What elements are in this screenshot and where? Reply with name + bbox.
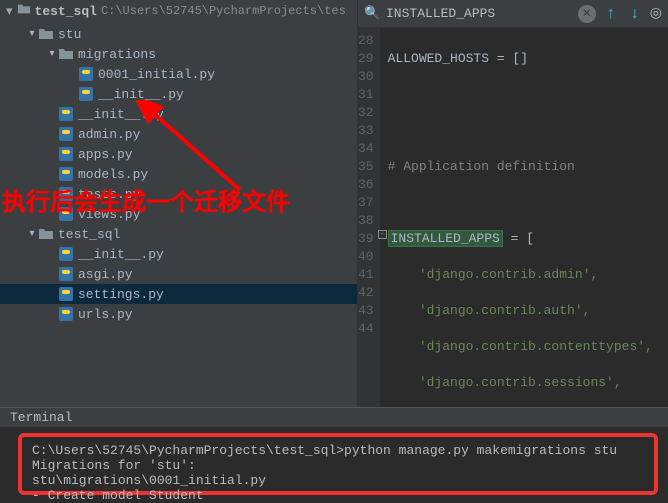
- python-file-icon: [58, 186, 74, 202]
- tree-item-label: urls.py: [78, 307, 133, 322]
- line-num: 33: [358, 122, 374, 140]
- code-line: 'django.contrib.sessions',: [388, 375, 622, 390]
- line-num: 29: [358, 50, 374, 68]
- tree-file-models[interactable]: models.py: [0, 164, 357, 184]
- folder-icon: [17, 2, 31, 20]
- tree-item-label: apps.py: [78, 147, 133, 162]
- terminal-line: stu\migrations\0001_initial.py: [32, 473, 644, 488]
- find-bar: 🔍 INSTALLED_APPS ✕ ↑ ↓ ◎: [358, 0, 668, 28]
- terminal-line: Migrations for 'stu':: [32, 458, 644, 473]
- editor-panel: 🔍 INSTALLED_APPS ✕ ↑ ↓ ◎ 28 29 30 31 32 …: [358, 0, 668, 410]
- python-file-icon: [58, 146, 74, 162]
- line-num: 44: [358, 320, 374, 338]
- chevron-down-icon: ▾: [46, 48, 58, 60]
- code-body[interactable]: ALLOWED_HOSTS = [] # Application definit…: [380, 28, 668, 410]
- tree-item-label: views.py: [78, 207, 140, 222]
- line-num: 34: [358, 140, 374, 158]
- tree-file-tests[interactable]: tests.py: [0, 184, 357, 204]
- tree-item-label: tests.py: [78, 187, 140, 202]
- terminal-tab-label: Terminal: [10, 410, 72, 425]
- project-path: C:\Users\52745\PycharmProjects\tes: [101, 4, 346, 18]
- tree-file-settings[interactable]: settings.py: [0, 284, 357, 304]
- tree-file-views[interactable]: views.py: [0, 204, 357, 224]
- terminal-line: - Create model Student: [32, 488, 644, 503]
- tree-folder-migrations[interactable]: ▾ migrations: [0, 44, 357, 64]
- chevron-down-icon: ▾: [26, 28, 38, 40]
- line-num: 37: [358, 194, 374, 212]
- line-num: 28: [358, 32, 374, 50]
- tree-item-label: 0001_initial.py: [98, 67, 215, 82]
- terminal-tab[interactable]: Terminal: [0, 407, 668, 427]
- terminal-line: C:\Users\52745\PycharmProjects\test_sql>…: [32, 443, 644, 458]
- code-comment: # Application definition: [388, 159, 575, 174]
- tree-file-urls[interactable]: urls.py: [0, 304, 357, 324]
- tree-item-label: __init__.py: [98, 87, 184, 102]
- python-file-icon: [58, 106, 74, 122]
- project-tree-panel: ▾ test_sql C:\Users\52745\PycharmProject…: [0, 0, 358, 410]
- python-file-icon: [58, 206, 74, 222]
- folder-icon: [38, 226, 54, 242]
- python-file-icon: [58, 306, 74, 322]
- tree-file-init1[interactable]: __init__.py: [0, 84, 357, 104]
- tree-item-label: migrations: [78, 47, 156, 62]
- tree-item-label: models.py: [78, 167, 148, 182]
- code-line: 'django.contrib.auth',: [388, 303, 591, 318]
- line-num: 32: [358, 104, 374, 122]
- python-file-icon: [58, 166, 74, 182]
- terminal-panel[interactable]: C:\Users\52745\PycharmProjects\test_sql>…: [0, 427, 668, 500]
- line-num: 43: [358, 302, 374, 320]
- search-hit: INSTALLED_APPS: [388, 230, 503, 247]
- folder-icon: [38, 26, 54, 42]
- tree-file-asgi[interactable]: asgi.py: [0, 264, 357, 284]
- tree-item-label: test_sql: [58, 227, 120, 242]
- python-file-icon: [58, 246, 74, 262]
- line-num: 39: [358, 230, 374, 248]
- gutter: 28 29 30 31 32 33 34 35 36 37 38 39 40 4…: [358, 28, 380, 410]
- line-num: 30: [358, 68, 374, 86]
- python-file-icon: [58, 126, 74, 142]
- code-line: ALLOWED_HOSTS = []: [388, 51, 528, 66]
- tree-file-admin[interactable]: admin.py: [0, 124, 357, 144]
- search-icon: 🔍: [364, 6, 380, 21]
- line-num: 38: [358, 212, 374, 230]
- python-file-icon: [78, 86, 94, 102]
- search-query[interactable]: INSTALLED_APPS: [386, 6, 572, 21]
- fold-icon[interactable]: -: [378, 230, 387, 239]
- tree-file-init2[interactable]: __init__.py: [0, 104, 357, 124]
- target-icon[interactable]: ◎: [650, 5, 662, 22]
- arrow-down-icon[interactable]: ↓: [626, 5, 644, 23]
- project-name: test_sql: [35, 4, 97, 19]
- code-editor[interactable]: 28 29 30 31 32 33 34 35 36 37 38 39 40 4…: [358, 28, 668, 410]
- code-line: 'django.contrib.admin',: [388, 267, 599, 282]
- line-num: 31: [358, 86, 374, 104]
- tree-folder-pkg[interactable]: ▾ test_sql: [0, 224, 357, 244]
- python-file-icon: [58, 266, 74, 282]
- line-num: 41: [358, 266, 374, 284]
- tree-file-apps[interactable]: apps.py: [0, 144, 357, 164]
- project-root-row[interactable]: ▾ test_sql C:\Users\52745\PycharmProject…: [0, 0, 357, 22]
- tree-item-label: stu: [58, 27, 81, 42]
- tree-item-label: __init__.py: [78, 247, 164, 262]
- folder-icon: [58, 46, 74, 62]
- tree-file-init3[interactable]: __init__.py: [0, 244, 357, 264]
- clear-search-icon[interactable]: ✕: [578, 5, 596, 23]
- code-line: 'django.contrib.contenttypes',: [388, 339, 653, 354]
- python-file-icon: [78, 66, 94, 82]
- arrow-up-icon[interactable]: ↑: [602, 5, 620, 23]
- tree-file-initial[interactable]: 0001_initial.py: [0, 64, 357, 84]
- annotation-box: C:\Users\52745\PycharmProjects\test_sql>…: [18, 433, 658, 495]
- tree-folder-stu[interactable]: ▾ stu: [0, 24, 357, 44]
- line-num: 42: [358, 284, 374, 302]
- tree-item-label: settings.py: [78, 287, 164, 302]
- tree-item-label: asgi.py: [78, 267, 133, 282]
- chevron-down-icon: ▾: [6, 4, 13, 19]
- tree-item-label: __init__.py: [78, 107, 164, 122]
- line-num: 40: [358, 248, 374, 266]
- line-num: 36: [358, 176, 374, 194]
- chevron-down-icon: ▾: [26, 228, 38, 240]
- tree-item-label: admin.py: [78, 127, 140, 142]
- code-text: = [: [503, 231, 534, 246]
- line-num: 35: [358, 158, 374, 176]
- python-file-icon: [58, 286, 74, 302]
